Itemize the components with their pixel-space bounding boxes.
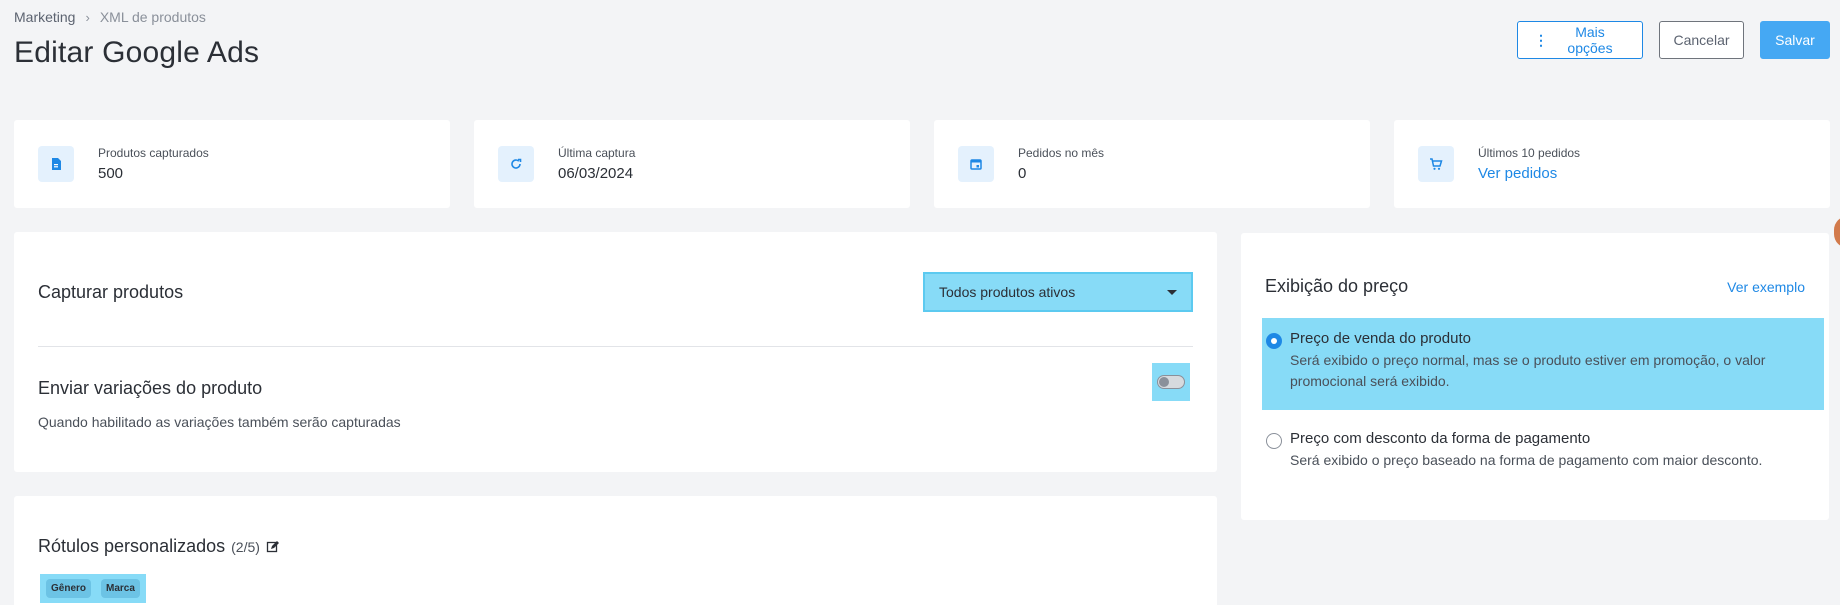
tag-genero[interactable]: Gênero xyxy=(46,579,92,598)
price-display-card: Exibição do preço Ver exemplo Preço de v… xyxy=(1241,233,1829,520)
capture-select-value: Todos produtos ativos xyxy=(939,284,1076,300)
capture-products-card: Capturar produtos Todos produtos ativos … xyxy=(14,232,1217,472)
stat-card-last-orders: Últimos 10 pedidos Ver pedidos xyxy=(1394,120,1830,208)
stat-value: 500 xyxy=(98,165,124,182)
price-option-sale-price[interactable]: Preço de venda do produto Será exibido o… xyxy=(1262,318,1824,410)
refresh-icon xyxy=(498,146,534,182)
breadcrumb-current: XML de produtos xyxy=(99,9,206,25)
option-description: Será exibido o preço normal, mas se o pr… xyxy=(1290,352,1766,389)
view-example-link[interactable]: Ver exemplo xyxy=(1727,279,1805,295)
custom-labels-count: (2/5) xyxy=(231,538,260,555)
toggle-switch xyxy=(1157,375,1185,389)
variations-title: Enviar variações do produto xyxy=(38,378,263,398)
view-orders-link[interactable]: Ver pedidos xyxy=(1478,165,1580,182)
stat-value: 0 xyxy=(1018,165,1027,182)
stat-label: Pedidos no mês xyxy=(1018,146,1105,160)
save-button[interactable]: Salvar xyxy=(1760,21,1830,59)
custom-labels-title: Rótulos personalizados xyxy=(38,536,226,556)
header-actions: ⋮ Mais opções Cancelar Salvar xyxy=(1517,21,1830,59)
floating-help-button[interactable] xyxy=(1834,216,1840,248)
divider xyxy=(38,346,1193,347)
stat-label: Últimos 10 pedidos xyxy=(1478,146,1581,160)
option-description: Será exibido o preço baseado na forma de… xyxy=(1290,452,1763,468)
stat-card-last-capture: Última captura 06/03/2024 xyxy=(474,120,910,208)
cancel-button[interactable]: Cancelar xyxy=(1659,21,1744,59)
document-icon xyxy=(38,146,74,182)
capture-products-title: Capturar produtos xyxy=(38,281,184,302)
edit-icon[interactable] xyxy=(266,540,280,554)
more-options-button[interactable]: ⋮ Mais opções xyxy=(1517,21,1643,59)
capture-products-select[interactable]: Todos produtos ativos xyxy=(923,272,1193,312)
breadcrumb: Marketing › XML de produtos xyxy=(14,9,206,25)
page-title: Editar Google Ads xyxy=(14,36,260,69)
custom-labels-card: Rótulos personalizados (2/5) Gênero Marc… xyxy=(14,496,1217,605)
calendar-icon xyxy=(958,146,994,182)
price-display-title: Exibição do preço xyxy=(1265,276,1409,296)
caret-down-icon xyxy=(1167,289,1177,295)
option-title: Preço de venda do produto xyxy=(1290,330,1471,347)
option-title: Preço com desconto da forma de pagamento xyxy=(1290,430,1591,447)
radio-unselected[interactable] xyxy=(1266,433,1282,449)
variations-description: Quando habilitado as variações também se… xyxy=(38,414,401,430)
stats-row: Produtos capturados 500 Última captura 0… xyxy=(14,120,1830,208)
price-option-payment-discount[interactable]: Preço com desconto da forma de pagamento… xyxy=(1262,418,1824,488)
more-vertical-icon: ⋮ xyxy=(1534,31,1548,48)
more-options-label: Mais opções xyxy=(1567,24,1613,56)
custom-labels-tags: Gênero Marca xyxy=(40,574,146,603)
radio-selected[interactable] xyxy=(1266,333,1282,349)
stat-card-products: Produtos capturados 500 xyxy=(14,120,450,208)
cart-icon xyxy=(1418,146,1454,182)
stat-card-orders-month: Pedidos no mês 0 xyxy=(934,120,1370,208)
variations-toggle[interactable] xyxy=(1152,363,1190,401)
breadcrumb-marketing-link[interactable]: Marketing xyxy=(14,9,75,25)
tag-marca[interactable]: Marca xyxy=(101,579,140,598)
stat-label: Última captura xyxy=(558,146,636,160)
stat-value: 06/03/2024 xyxy=(558,165,634,182)
stat-label: Produtos capturados xyxy=(98,146,209,160)
breadcrumb-separator: › xyxy=(85,9,90,25)
